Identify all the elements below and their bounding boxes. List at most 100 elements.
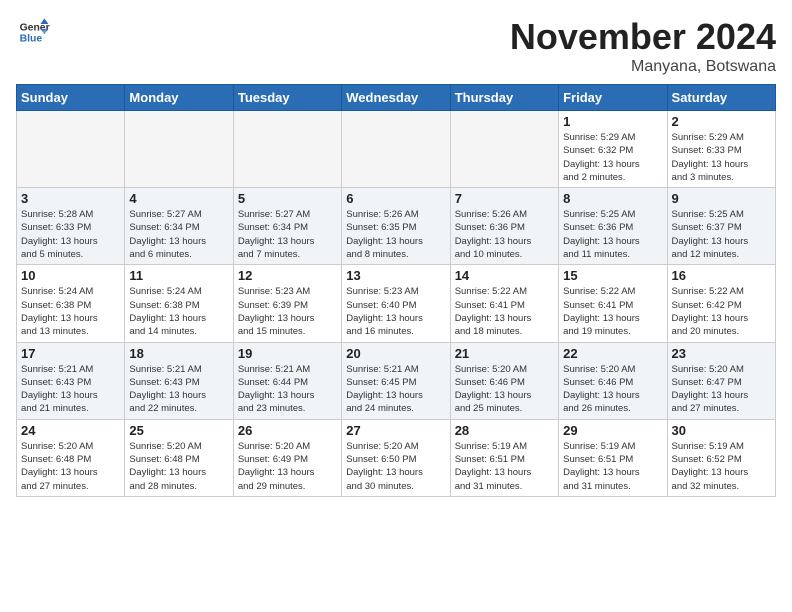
day-number: 2 <box>672 114 771 129</box>
calendar-body: 1Sunrise: 5:29 AM Sunset: 6:32 PM Daylig… <box>17 111 776 497</box>
calendar-cell <box>17 111 125 188</box>
month-title: November 2024 <box>510 16 776 58</box>
day-info: Sunrise: 5:21 AM Sunset: 6:44 PM Dayligh… <box>238 363 337 416</box>
calendar-cell <box>125 111 233 188</box>
day-info: Sunrise: 5:20 AM Sunset: 6:47 PM Dayligh… <box>672 363 771 416</box>
day-info: Sunrise: 5:27 AM Sunset: 6:34 PM Dayligh… <box>238 208 337 261</box>
day-info: Sunrise: 5:26 AM Sunset: 6:35 PM Dayligh… <box>346 208 445 261</box>
weekday-header-cell: Monday <box>125 85 233 111</box>
calendar: SundayMondayTuesdayWednesdayThursdayFrid… <box>16 84 776 497</box>
svg-text:Blue: Blue <box>20 34 43 45</box>
calendar-cell: 7 Sunrise: 5:26 AM Sunset: 6:36 PM Daylig… <box>450 188 558 265</box>
day-info: Sunrise: 5:21 AM Sunset: 6:43 PM Dayligh… <box>129 363 228 416</box>
calendar-cell: 23 Sunrise: 5:20 AM Sunset: 6:47 PM Dayli… <box>667 342 775 419</box>
day-number: 4 <box>129 191 228 206</box>
day-info: Sunrise: 5:20 AM Sunset: 6:46 PM Dayligh… <box>455 363 554 416</box>
calendar-cell: 21 Sunrise: 5:20 AM Sunset: 6:46 PM Dayli… <box>450 342 558 419</box>
calendar-cell: 5 Sunrise: 5:27 AM Sunset: 6:34 PM Daylig… <box>233 188 341 265</box>
day-number: 12 <box>238 268 337 283</box>
logo: General Blue <box>16 16 50 53</box>
day-number: 24 <box>21 423 120 438</box>
calendar-cell: 15Sunrise: 5:22 AM Sunset: 6:41 PM Dayli… <box>559 265 667 342</box>
day-number: 8 <box>563 191 662 206</box>
calendar-cell: 1Sunrise: 5:29 AM Sunset: 6:32 PM Daylig… <box>559 111 667 188</box>
calendar-cell: 24 Sunrise: 5:20 AM Sunset: 6:48 PM Dayli… <box>17 419 125 496</box>
calendar-cell <box>450 111 558 188</box>
day-number: 11 <box>129 268 228 283</box>
day-info: Sunrise: 5:21 AM Sunset: 6:45 PM Dayligh… <box>346 363 445 416</box>
calendar-cell: 19Sunrise: 5:21 AM Sunset: 6:44 PM Dayli… <box>233 342 341 419</box>
day-info: Sunrise: 5:24 AM Sunset: 6:38 PM Dayligh… <box>129 285 228 338</box>
day-number: 18 <box>129 346 228 361</box>
day-number: 13 <box>346 268 445 283</box>
calendar-cell: 20 Sunrise: 5:21 AM Sunset: 6:45 PM Dayli… <box>342 342 450 419</box>
day-number: 7 <box>455 191 554 206</box>
calendar-week-row: 10 Sunrise: 5:24 AM Sunset: 6:38 PM Dayli… <box>17 265 776 342</box>
title-area: November 2024 Manyana, Botswana <box>510 16 776 76</box>
day-number: 21 <box>455 346 554 361</box>
day-number: 20 <box>346 346 445 361</box>
day-number: 30 <box>672 423 771 438</box>
calendar-cell: 22 Sunrise: 5:20 AM Sunset: 6:46 PM Dayli… <box>559 342 667 419</box>
day-info: Sunrise: 5:19 AM Sunset: 6:51 PM Dayligh… <box>455 440 554 493</box>
day-number: 10 <box>21 268 120 283</box>
day-number: 5 <box>238 191 337 206</box>
day-info: Sunrise: 5:20 AM Sunset: 6:49 PM Dayligh… <box>238 440 337 493</box>
calendar-week-row: 1Sunrise: 5:29 AM Sunset: 6:32 PM Daylig… <box>17 111 776 188</box>
calendar-cell: 16 Sunrise: 5:22 AM Sunset: 6:42 PM Dayli… <box>667 265 775 342</box>
day-info: Sunrise: 5:23 AM Sunset: 6:40 PM Dayligh… <box>346 285 445 338</box>
day-info: Sunrise: 5:20 AM Sunset: 6:46 PM Dayligh… <box>563 363 662 416</box>
day-number: 16 <box>672 268 771 283</box>
day-info: Sunrise: 5:20 AM Sunset: 6:50 PM Dayligh… <box>346 440 445 493</box>
calendar-cell: 10 Sunrise: 5:24 AM Sunset: 6:38 PM Dayli… <box>17 265 125 342</box>
day-info: Sunrise: 5:19 AM Sunset: 6:52 PM Dayligh… <box>672 440 771 493</box>
calendar-cell: 13 Sunrise: 5:23 AM Sunset: 6:40 PM Dayli… <box>342 265 450 342</box>
calendar-cell: 27Sunrise: 5:20 AM Sunset: 6:50 PM Dayli… <box>342 419 450 496</box>
day-info: Sunrise: 5:27 AM Sunset: 6:34 PM Dayligh… <box>129 208 228 261</box>
day-info: Sunrise: 5:22 AM Sunset: 6:42 PM Dayligh… <box>672 285 771 338</box>
calendar-cell: 6 Sunrise: 5:26 AM Sunset: 6:35 PM Daylig… <box>342 188 450 265</box>
day-info: Sunrise: 5:22 AM Sunset: 6:41 PM Dayligh… <box>563 285 662 338</box>
calendar-cell: 25 Sunrise: 5:20 AM Sunset: 6:48 PM Dayli… <box>125 419 233 496</box>
weekday-header-cell: Friday <box>559 85 667 111</box>
calendar-week-row: 3 Sunrise: 5:28 AM Sunset: 6:33 PM Daylig… <box>17 188 776 265</box>
day-number: 29 <box>563 423 662 438</box>
day-info: Sunrise: 5:25 AM Sunset: 6:36 PM Dayligh… <box>563 208 662 261</box>
calendar-cell: 9 Sunrise: 5:25 AM Sunset: 6:37 PM Daylig… <box>667 188 775 265</box>
weekday-header-cell: Thursday <box>450 85 558 111</box>
location: Manyana, Botswana <box>510 58 776 76</box>
day-number: 25 <box>129 423 228 438</box>
weekday-header: SundayMondayTuesdayWednesdayThursdayFrid… <box>17 85 776 111</box>
day-info: Sunrise: 5:22 AM Sunset: 6:41 PM Dayligh… <box>455 285 554 338</box>
day-number: 23 <box>672 346 771 361</box>
day-info: Sunrise: 5:19 AM Sunset: 6:51 PM Dayligh… <box>563 440 662 493</box>
day-number: 6 <box>346 191 445 206</box>
calendar-cell: 26Sunrise: 5:20 AM Sunset: 6:49 PM Dayli… <box>233 419 341 496</box>
header: General Blue November 2024 Manyana, Bots… <box>16 16 776 76</box>
day-number: 9 <box>672 191 771 206</box>
day-info: Sunrise: 5:25 AM Sunset: 6:37 PM Dayligh… <box>672 208 771 261</box>
calendar-cell: 14 Sunrise: 5:22 AM Sunset: 6:41 PM Dayli… <box>450 265 558 342</box>
calendar-week-row: 17 Sunrise: 5:21 AM Sunset: 6:43 PM Dayli… <box>17 342 776 419</box>
calendar-cell: 11 Sunrise: 5:24 AM Sunset: 6:38 PM Dayli… <box>125 265 233 342</box>
day-info: Sunrise: 5:29 AM Sunset: 6:33 PM Dayligh… <box>672 131 771 184</box>
weekday-header-cell: Tuesday <box>233 85 341 111</box>
calendar-cell <box>342 111 450 188</box>
day-info: Sunrise: 5:26 AM Sunset: 6:36 PM Dayligh… <box>455 208 554 261</box>
calendar-cell: 28Sunrise: 5:19 AM Sunset: 6:51 PM Dayli… <box>450 419 558 496</box>
day-number: 17 <box>21 346 120 361</box>
day-number: 3 <box>21 191 120 206</box>
day-info: Sunrise: 5:24 AM Sunset: 6:38 PM Dayligh… <box>21 285 120 338</box>
day-info: Sunrise: 5:21 AM Sunset: 6:43 PM Dayligh… <box>21 363 120 416</box>
day-info: Sunrise: 5:28 AM Sunset: 6:33 PM Dayligh… <box>21 208 120 261</box>
weekday-header-cell: Saturday <box>667 85 775 111</box>
calendar-cell: 3 Sunrise: 5:28 AM Sunset: 6:33 PM Daylig… <box>17 188 125 265</box>
day-info: Sunrise: 5:20 AM Sunset: 6:48 PM Dayligh… <box>21 440 120 493</box>
day-info: Sunrise: 5:20 AM Sunset: 6:48 PM Dayligh… <box>129 440 228 493</box>
calendar-cell: 29 Sunrise: 5:19 AM Sunset: 6:51 PM Dayli… <box>559 419 667 496</box>
calendar-cell: 8 Sunrise: 5:25 AM Sunset: 6:36 PM Daylig… <box>559 188 667 265</box>
day-number: 22 <box>563 346 662 361</box>
day-number: 14 <box>455 268 554 283</box>
calendar-cell <box>233 111 341 188</box>
calendar-cell: 17 Sunrise: 5:21 AM Sunset: 6:43 PM Dayli… <box>17 342 125 419</box>
